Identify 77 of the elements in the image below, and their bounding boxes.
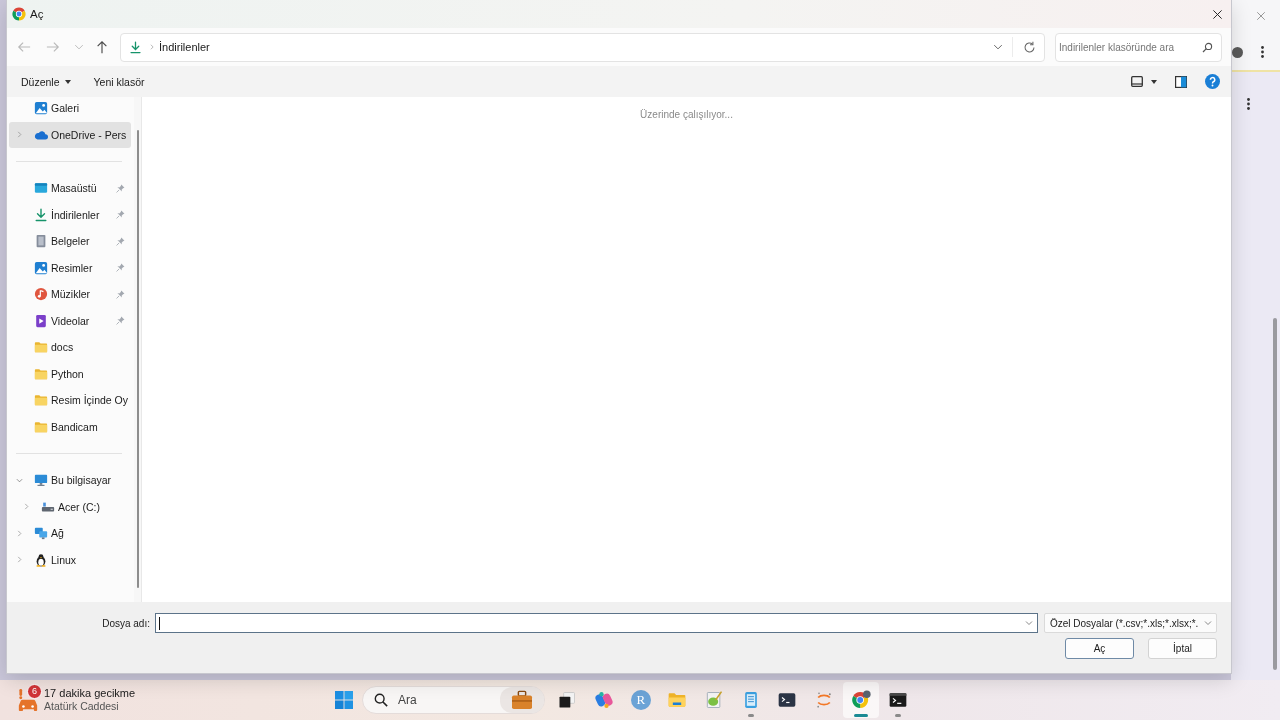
folder-icon <box>34 419 48 434</box>
four-squares-icon[interactable] <box>335 691 353 709</box>
chevron-right-icon <box>149 43 155 51</box>
terminal-icon[interactable] <box>887 690 908 710</box>
close-icon[interactable] <box>1212 8 1223 20</box>
search-field[interactable]: İndirilenler klasöründe ara <box>1055 32 1222 62</box>
sidebar-item[interactable]: Ağ <box>9 520 131 547</box>
circle-logo-icon[interactable] <box>842 682 879 718</box>
overlapping-squares-icon[interactable] <box>557 690 578 710</box>
help-icon[interactable] <box>1205 74 1220 89</box>
folder-icon <box>34 393 48 408</box>
penguin-icon <box>34 552 48 567</box>
notification-subtitle[interactable]: Atatürk Caddesi <box>44 700 136 713</box>
sidebar-item[interactable]: Galeri <box>9 97 131 122</box>
music-icon <box>34 287 48 302</box>
circle-logo-icon <box>12 7 26 21</box>
search-icon <box>1202 41 1213 53</box>
sidebar-item[interactable]: Acer (C:) <box>9 493 131 520</box>
desktop-icon <box>34 181 48 196</box>
kebab-menu-icon[interactable] <box>1261 46 1264 58</box>
dialog-button[interactable]: Aç <box>1065 638 1134 659</box>
sidebar-item[interactable]: docs <box>9 334 131 361</box>
breadcrumb-item[interactable]: İndirilenler <box>159 41 210 53</box>
sidebar-item[interactable]: Resimler <box>9 254 131 281</box>
sidebar-item[interactable]: Linux <box>9 546 131 573</box>
address-bar[interactable]: İndirilenler <box>120 32 1045 62</box>
chevron-down-icon[interactable] <box>993 42 1003 52</box>
notification-badge: 6 <box>27 684 42 699</box>
scrollbar-thumb[interactable] <box>136 130 139 588</box>
sidebar-item[interactable]: OneDrive - Pers <box>9 121 131 148</box>
refresh-icon[interactable] <box>1023 40 1036 54</box>
chevron-down-icon <box>1204 619 1212 627</box>
sidebar-item[interactable]: İndirilenler <box>9 201 131 228</box>
sidebar-item[interactable]: Bandicam <box>9 413 131 440</box>
terminal-icon[interactable] <box>777 690 798 710</box>
download-icon <box>129 40 142 54</box>
search-icon <box>374 693 388 707</box>
caret-icon[interactable] <box>1151 79 1157 84</box>
sidebar-item[interactable]: Bu bilgisayar <box>9 467 131 494</box>
window-title: Aç <box>30 8 44 20</box>
window-icon[interactable] <box>1131 76 1143 87</box>
field-label: Dosya adı: <box>101 617 150 629</box>
sidebar-item[interactable]: Python <box>9 360 131 387</box>
file-list-area[interactable]: Üzerinde çalışılıyor... <box>141 97 1231 602</box>
video-icon <box>34 313 48 328</box>
sidebar-item[interactable]: Masaüstü <box>9 175 131 202</box>
sidebar-item[interactable]: Videolar <box>9 307 131 334</box>
toolbar-button[interactable]: Yeni klasör <box>93 75 145 88</box>
kebab-menu-icon[interactable] <box>1247 98 1250 110</box>
multicolor-swirl-icon[interactable] <box>594 690 615 710</box>
avatar-icon[interactable] <box>1232 46 1243 58</box>
menu-button[interactable]: Düzenle <box>21 75 71 88</box>
car-alert-icon[interactable] <box>17 687 39 713</box>
sidebar-item[interactable]: Müzikler <box>9 281 131 308</box>
file-type-dropdown[interactable]: Özel Dosyalar (*.csv;*.xls;*.xlsx;*. <box>1044 613 1217 633</box>
sidebar-item[interactable]: Resim İçinde Oy <box>9 387 131 414</box>
monitor-icon <box>34 473 48 488</box>
up-arrow-icon[interactable] <box>95 40 109 54</box>
document-icon <box>34 234 48 249</box>
network-icon <box>34 526 48 541</box>
folder-icon <box>34 366 48 381</box>
image-icon <box>34 260 48 275</box>
sidebar-item[interactable]: Belgeler <box>9 228 131 255</box>
dialog-button[interactable]: İptal <box>1148 638 1217 659</box>
download-icon <box>34 207 48 222</box>
panel-icon[interactable] <box>1175 75 1187 88</box>
image-icon <box>34 101 48 116</box>
text-cursor-icon <box>159 616 160 630</box>
briefcase-icon[interactable] <box>500 687 544 713</box>
folder-icon[interactable] <box>667 690 688 710</box>
notification-title[interactable]: 17 dakika gecikme <box>44 687 136 700</box>
scrollbar-thumb[interactable] <box>1273 318 1277 670</box>
folder-icon <box>34 340 48 355</box>
status-text: Üzerinde çalışılıyor... <box>640 109 733 120</box>
caret-icon <box>64 79 71 84</box>
page-pen-icon[interactable] <box>704 690 725 710</box>
file-name-field[interactable] <box>155 613 1038 633</box>
